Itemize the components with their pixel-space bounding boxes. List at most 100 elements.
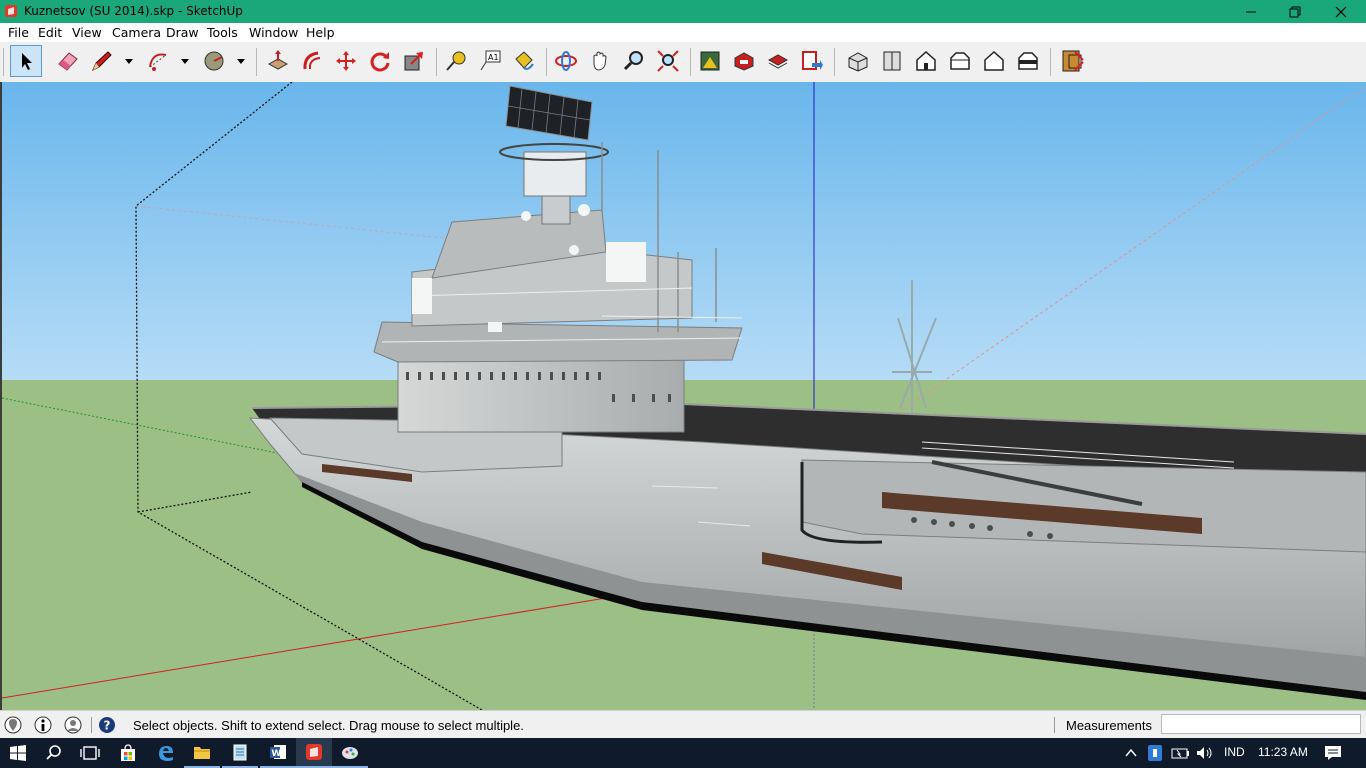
menu-file[interactable]: File <box>8 25 29 40</box>
paint-bucket-icon <box>515 51 534 70</box>
orbit-tool-button[interactable] <box>550 45 582 77</box>
arc-tool-button[interactable] <box>142 45 174 77</box>
close-icon <box>1335 6 1347 17</box>
rotate-tool-button[interactable] <box>364 45 396 77</box>
layout-button[interactable] <box>762 45 794 77</box>
menu-help[interactable]: Help <box>306 25 335 40</box>
user-icon[interactable] <box>63 715 83 735</box>
front-view-button[interactable] <box>910 45 942 77</box>
language-indicator[interactable]: IND <box>1224 745 1245 759</box>
iso-view-button[interactable] <box>842 45 874 77</box>
search-button[interactable] <box>36 738 72 768</box>
toolbar-separator <box>546 48 547 76</box>
eraser-icon <box>58 52 78 71</box>
file-explorer-app[interactable] <box>184 738 220 768</box>
text-tool-button[interactable]: A1 <box>474 45 506 77</box>
measurements-input[interactable] <box>1161 714 1361 734</box>
measurements-label: Measurements <box>1066 718 1152 733</box>
svg-text:?: ? <box>104 719 111 733</box>
follow-me-tool-button[interactable] <box>296 45 328 77</box>
svg-text:W: W <box>271 749 281 759</box>
menu-tools[interactable]: Tools <box>207 25 238 40</box>
push-pull-tool-button[interactable] <box>262 45 294 77</box>
tape-measure-icon <box>446 51 466 71</box>
notepad-app[interactable] <box>222 738 258 768</box>
close-button[interactable] <box>1318 0 1364 23</box>
task-view-icon <box>80 746 100 760</box>
word-app[interactable]: W <box>260 738 296 768</box>
radar-column <box>541 191 571 225</box>
help-icon[interactable]: ? <box>97 715 117 735</box>
extension-warehouse-button[interactable] <box>728 45 760 77</box>
pan-tool-button[interactable] <box>584 45 616 77</box>
move-icon <box>336 51 356 71</box>
volume-icon[interactable] <box>1196 746 1214 760</box>
status-separator <box>91 717 92 733</box>
sketchup-taskbar-app[interactable] <box>296 738 332 768</box>
title-bar: Kuznetsov (SU 2014).skp - SketchUp <box>0 0 1366 23</box>
3d-warehouse-icon <box>700 51 720 71</box>
minimize-button[interactable] <box>1228 0 1274 23</box>
clock[interactable]: 11:23 AM <box>1258 745 1308 759</box>
start-icon <box>10 745 26 761</box>
move-tool-button[interactable] <box>330 45 362 77</box>
scale-tool-button[interactable] <box>398 45 430 77</box>
word-icon: W <box>270 745 286 759</box>
status-bar: ? Select objects. Shift to extend select… <box>0 710 1366 738</box>
left-view-button[interactable] <box>1012 45 1044 77</box>
geo-location-icon[interactable] <box>3 715 23 735</box>
credits-icon[interactable] <box>33 715 53 735</box>
store-app[interactable] <box>110 738 146 768</box>
zoom-extents-tool-button[interactable] <box>652 45 684 77</box>
menu-draw[interactable]: Draw <box>166 25 199 40</box>
right-view-button[interactable] <box>944 45 976 77</box>
task-view-button[interactable] <box>72 738 108 768</box>
zoom-extents-icon <box>657 50 679 72</box>
drawing-viewport[interactable] <box>0 82 1366 710</box>
menu-edit[interactable]: Edit <box>38 25 62 40</box>
start-button[interactable] <box>0 738 36 768</box>
pencil-tool-button[interactable] <box>86 45 118 77</box>
zoom-icon <box>623 51 643 71</box>
send-to-layout-button[interactable] <box>796 45 828 77</box>
island-base <box>397 359 685 433</box>
back-view-icon <box>984 50 1004 71</box>
circle-dropdown-icon[interactable] <box>236 57 246 65</box>
edge-app[interactable] <box>148 738 184 768</box>
orbit-icon <box>555 51 577 71</box>
pencil-icon <box>92 51 112 72</box>
3d-warehouse-button[interactable] <box>694 45 726 77</box>
zoom-tool-button[interactable] <box>618 45 650 77</box>
menu-window[interactable]: Window <box>249 25 298 40</box>
circle-tool-button[interactable] <box>198 45 230 77</box>
menu-view[interactable]: View <box>72 25 102 40</box>
paint-bucket-tool-button[interactable] <box>508 45 540 77</box>
notification-icon[interactable] <box>1324 745 1342 761</box>
pencil-dropdown-icon[interactable] <box>124 57 134 65</box>
tape-measure-tool-button[interactable] <box>440 45 472 77</box>
onedrive-icon[interactable] <box>1147 744 1163 762</box>
iso-view-icon <box>848 52 868 72</box>
back-view-button[interactable] <box>978 45 1010 77</box>
text-icon: A1 <box>480 50 501 71</box>
arc-dropdown-icon[interactable] <box>180 57 190 65</box>
windows-taskbar: W IND 11:23 AM <box>0 738 1366 768</box>
select-icon <box>22 53 32 70</box>
style-builder-app[interactable] <box>332 738 368 768</box>
eraser-tool-button[interactable] <box>52 45 84 77</box>
search-icon <box>46 745 61 760</box>
menu-camera[interactable]: Camera <box>112 25 161 40</box>
scene-canvas <box>2 82 1366 710</box>
toolbar-separator <box>690 48 691 76</box>
show-hidden-icon[interactable] <box>1124 747 1138 759</box>
restore-button[interactable] <box>1272 0 1318 23</box>
scale-icon <box>404 52 423 71</box>
top-view-button[interactable] <box>876 45 908 77</box>
edge-icon <box>159 746 173 761</box>
section-plane-button[interactable] <box>1058 45 1090 77</box>
send-to-layout-icon <box>802 51 823 70</box>
toolbar-separator <box>834 48 835 76</box>
select-tool-button[interactable] <box>10 45 42 77</box>
circle-icon <box>204 51 224 71</box>
battery-icon[interactable] <box>1171 746 1191 760</box>
